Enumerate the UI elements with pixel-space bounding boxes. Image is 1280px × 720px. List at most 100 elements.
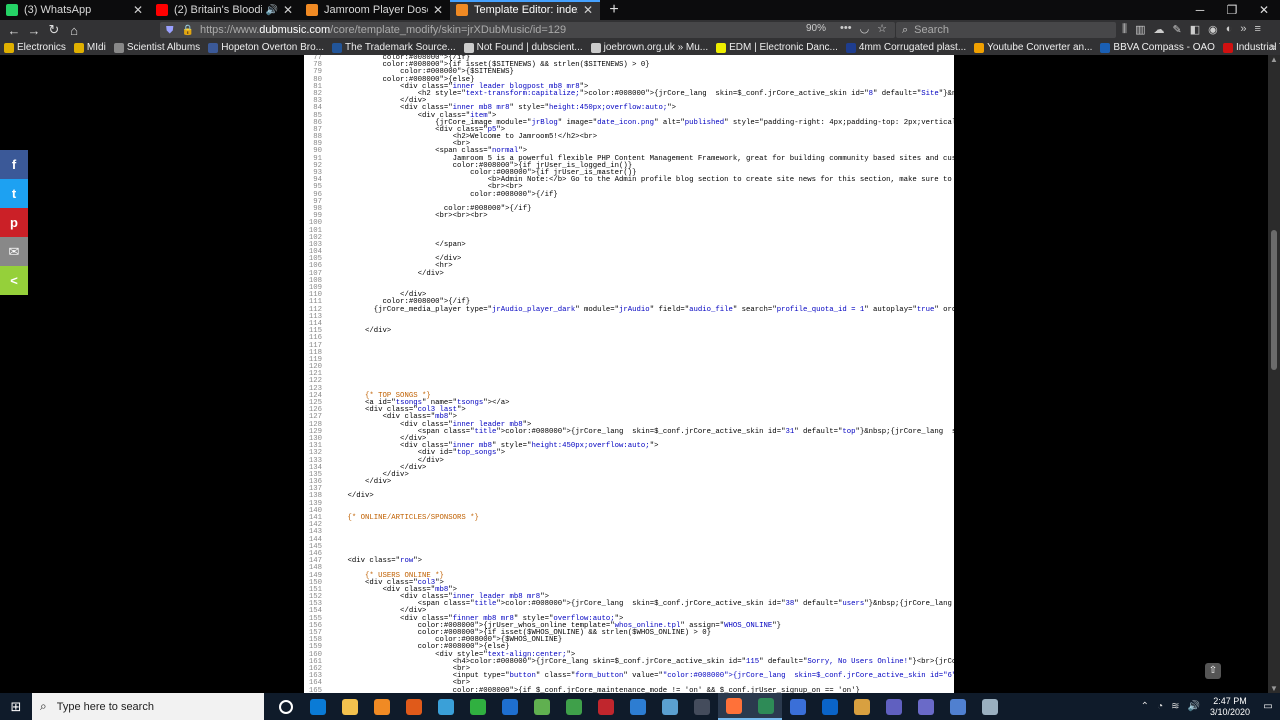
close-tab-icon[interactable]: ✕ bbox=[282, 3, 294, 17]
bookmarks-overflow-icon[interactable]: » bbox=[1270, 40, 1276, 55]
app-icon-2[interactable] bbox=[398, 693, 430, 720]
page-actions-icon[interactable]: ••• bbox=[840, 22, 852, 35]
overflow-icon[interactable]: » bbox=[1240, 23, 1246, 36]
bookmark-item[interactable]: Electronics bbox=[4, 42, 66, 53]
app-icon-12-glyph bbox=[790, 698, 806, 715]
library-icon[interactable]: ⫼ bbox=[1122, 23, 1127, 36]
zoom-level[interactable]: 90% bbox=[806, 23, 826, 34]
app-icon-10[interactable] bbox=[686, 693, 718, 720]
bookmark-item[interactable]: Scientist Albums bbox=[113, 42, 200, 53]
pinterest-share-button[interactable]: p bbox=[0, 208, 28, 237]
app-icon-13[interactable] bbox=[846, 693, 878, 720]
tab-audio-icon[interactable]: 🔊 bbox=[266, 5, 278, 16]
twitter-share-button[interactable]: t bbox=[0, 179, 28, 208]
app-icon-9[interactable] bbox=[654, 693, 686, 720]
code-line: 139 bbox=[304, 500, 954, 508]
code-line: 112 {jrCore_media_player type="jrAudio_p… bbox=[304, 306, 954, 314]
app-icon-1[interactable] bbox=[366, 693, 398, 720]
app-icon-3[interactable] bbox=[430, 693, 462, 720]
email-share-button[interactable]: ✉ bbox=[0, 237, 28, 266]
clock[interactable]: 2:47 PM 3/10/2020 bbox=[1210, 696, 1250, 718]
network-icon[interactable]: ◔ bbox=[1157, 701, 1163, 712]
minimize-icon[interactable]: ─ bbox=[1184, 0, 1216, 20]
extension-icon-3[interactable]: ◧ bbox=[1190, 23, 1200, 36]
bookmarks-toolbar: Electronics MIdi Scientist Albums Hopeton O… bbox=[0, 40, 1280, 55]
code-line: 108 bbox=[304, 277, 954, 285]
extension-icon[interactable]: ☁ bbox=[1153, 23, 1164, 36]
pocket-icon[interactable]: ◡ bbox=[860, 22, 870, 35]
bookmark-item[interactable]: Youtube Converter an... bbox=[974, 42, 1092, 53]
url-bar[interactable]: ⛊ 🔒 https://www. dubmusic.com/core/templa… bbox=[160, 22, 895, 38]
bookmark-item[interactable]: Not Found | dubscient... bbox=[463, 42, 583, 53]
task-view-icon[interactable] bbox=[270, 693, 302, 720]
app-icon-5[interactable] bbox=[494, 693, 526, 720]
bookmark-item[interactable]: joebrown.org.uk » Mu... bbox=[590, 42, 708, 53]
app-icon-11[interactable] bbox=[750, 693, 782, 720]
volume-icon[interactable]: 🔊 bbox=[1188, 701, 1200, 712]
app-icon-6[interactable] bbox=[526, 693, 558, 720]
scroll-down-icon[interactable]: ▼ bbox=[1268, 684, 1280, 693]
sidebar-icon[interactable]: ▥ bbox=[1135, 23, 1145, 36]
wifi-icon[interactable]: ≋ bbox=[1171, 701, 1179, 712]
bookmark-item[interactable]: The Trademark Source... bbox=[332, 42, 456, 53]
bookmark-label: Electronics bbox=[17, 42, 66, 53]
extension-icon-2[interactable]: ✎ bbox=[1172, 23, 1181, 36]
sharethis-button[interactable]: < bbox=[0, 266, 28, 295]
app-icon-7[interactable] bbox=[558, 693, 590, 720]
filezilla-icon[interactable] bbox=[590, 693, 622, 720]
bookmark-item[interactable]: EDM | Electronic Danc... bbox=[716, 42, 838, 53]
edge-icon[interactable] bbox=[302, 693, 334, 720]
scrollbar-thumb[interactable] bbox=[1271, 230, 1277, 370]
code-line: 119 bbox=[304, 356, 954, 364]
scroll-up-icon[interactable]: ▲ bbox=[1268, 55, 1280, 64]
restore-icon[interactable]: ❐ bbox=[1216, 0, 1248, 20]
app-icon-8[interactable] bbox=[622, 693, 654, 720]
app-icon-14[interactable] bbox=[878, 693, 910, 720]
close-tab-icon[interactable]: ✕ bbox=[432, 3, 444, 17]
app-icon-16[interactable] bbox=[942, 693, 974, 720]
account-icon[interactable]: ◉ bbox=[1208, 23, 1218, 36]
file-explorer-icon[interactable] bbox=[334, 693, 366, 720]
app-icon-15[interactable] bbox=[910, 693, 942, 720]
code-line: 116 bbox=[304, 335, 954, 343]
close-window-icon[interactable]: ✕ bbox=[1248, 0, 1280, 20]
tray-overflow-icon[interactable]: ⌃ bbox=[1141, 701, 1149, 712]
bookmark-item[interactable]: 4mm Corrugated plast... bbox=[845, 42, 966, 53]
browser-tab[interactable]: (2) Britain's Bloodiest Dyn 🔊 ✕ bbox=[150, 0, 300, 20]
tracking-protection-icon[interactable]: ⛊ bbox=[166, 25, 174, 36]
new-tab-icon[interactable]: + bbox=[600, 0, 628, 20]
page-scrollbar[interactable]: ▲ ▼ bbox=[1268, 55, 1280, 693]
close-tab-icon[interactable]: ✕ bbox=[132, 3, 144, 17]
browser-tab[interactable]: (3) WhatsApp ✕ bbox=[0, 0, 150, 20]
menu-icon[interactable]: ≡ bbox=[1254, 23, 1260, 36]
bookmark-item[interactable]: BBVA Compass - OAO bbox=[1100, 42, 1215, 53]
back-to-top-button[interactable]: ⇧ bbox=[1205, 663, 1221, 679]
outlook-icon[interactable] bbox=[814, 693, 846, 720]
forward-icon[interactable]: → bbox=[24, 23, 44, 38]
extension-icon-4[interactable]: ◐ bbox=[1226, 23, 1233, 36]
facebook-share-button[interactable]: f bbox=[0, 150, 28, 179]
browser-tab[interactable]: Jamroom Player Dose Not Sho ✕ bbox=[300, 0, 450, 20]
back-icon[interactable]: ← bbox=[4, 23, 24, 38]
start-button[interactable]: ⊞ bbox=[0, 693, 32, 720]
search-input[interactable]: ⌕ Search bbox=[896, 22, 1116, 38]
browser-tab[interactable]: Template Editor: index.tpl | ww ✕ bbox=[450, 0, 600, 20]
notifications-icon[interactable]: ▭ bbox=[1256, 701, 1280, 712]
youtube-icon bbox=[156, 4, 168, 16]
app-icon-4-glyph bbox=[470, 698, 486, 715]
code-text: <br><br><br> bbox=[330, 212, 488, 221]
app-icon-17[interactable] bbox=[974, 693, 1006, 720]
home-icon[interactable]: ⌂ bbox=[64, 23, 84, 38]
bookmark-star-icon[interactable]: ☆ bbox=[877, 22, 887, 35]
app-icon-9-glyph bbox=[662, 698, 678, 715]
template-code-editor[interactable]: 77 color:#008000">{/if} 78 color:#008000"… bbox=[304, 55, 954, 693]
reload-icon[interactable]: ↻ bbox=[44, 22, 64, 38]
lock-icon[interactable]: 🔒 bbox=[182, 25, 194, 36]
app-icon-4[interactable] bbox=[462, 693, 494, 720]
close-tab-icon[interactable]: ✕ bbox=[582, 3, 594, 17]
bookmark-item[interactable]: Hopeton Overton Bro... bbox=[208, 42, 324, 53]
bookmark-item[interactable]: MIdi bbox=[73, 42, 106, 53]
taskbar-search-input[interactable]: ⌕ Type here to search bbox=[32, 693, 264, 720]
firefox-icon[interactable] bbox=[718, 693, 750, 720]
app-icon-12[interactable] bbox=[782, 693, 814, 720]
